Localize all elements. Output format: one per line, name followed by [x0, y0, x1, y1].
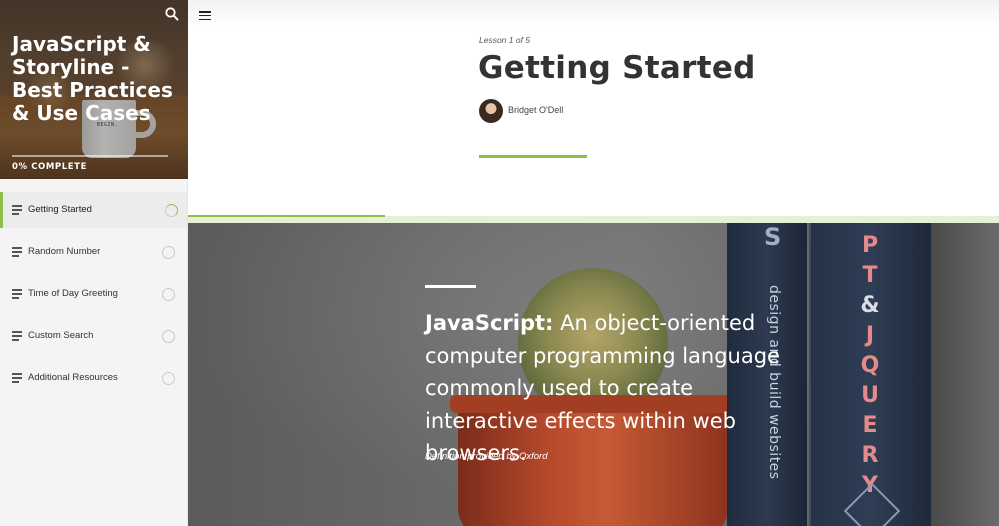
lesson-item[interactable]: Custom Search	[0, 318, 187, 354]
lesson-lines-icon	[12, 331, 22, 341]
lesson-lines-icon	[12, 247, 22, 257]
lesson-label: Additional Resources	[28, 372, 118, 383]
book-spine-letter: R	[861, 443, 879, 468]
book-spine-letter: P	[861, 233, 879, 258]
menu-toggle-button[interactable]	[199, 11, 211, 21]
book-spine-letter: E	[862, 413, 878, 438]
lesson-status-icon	[165, 204, 178, 217]
book-spine-letter: T	[862, 263, 878, 288]
definition-block: S design and build websites P T & J Q U E R Y Ja…	[188, 223, 999, 526]
lesson-item[interactable]: Time of Day Greeting	[0, 276, 187, 312]
definition-source: Definition provided by Oxford	[425, 451, 548, 462]
lesson-label: Time of Day Greeting	[28, 288, 118, 299]
book-spine-letters: P T & J Q U E R Y	[856, 231, 884, 501]
book-spine-letter: Q	[860, 353, 880, 378]
course-hero: BEGIN. JavaScript & Storyline - Best Pra…	[0, 0, 188, 179]
course-progress-bar	[12, 155, 168, 157]
book-spine-letter: U	[861, 383, 879, 408]
search-icon	[165, 7, 179, 21]
lesson-status-icon	[162, 288, 175, 301]
top-bar	[188, 0, 999, 28]
definition-text: JavaScript: An object-oriented computer …	[425, 307, 785, 470]
lesson-label: Getting Started	[28, 204, 92, 215]
lesson-item[interactable]: Additional Resources	[0, 360, 187, 396]
lesson-lines-icon	[12, 205, 22, 215]
lesson-progress-track	[188, 216, 999, 223]
lesson-title: Getting Started	[478, 50, 756, 86]
avatar	[479, 99, 503, 123]
lesson-status-icon	[162, 246, 175, 259]
lesson-item[interactable]: Getting Started	[0, 192, 187, 228]
book-spine-letter: J	[865, 323, 875, 348]
book-letter: S	[764, 223, 782, 251]
lesson-label: Custom Search	[28, 330, 94, 341]
course-progress-text: 0% COMPLETE	[12, 162, 87, 172]
definition-dash	[425, 285, 476, 288]
lesson-status-icon	[162, 330, 175, 343]
lesson-counter: Lesson 1 of 5	[479, 35, 531, 45]
book-spine-letter: &	[860, 293, 880, 318]
lesson-item[interactable]: Random Number	[0, 234, 187, 270]
lesson-status-icon	[162, 372, 175, 385]
sidebar: BEGIN. JavaScript & Storyline - Best Pra…	[0, 0, 188, 526]
lesson-lines-icon	[12, 373, 22, 383]
lesson-content: Lesson 1 of 5 Getting Started Bridget O'…	[188, 0, 999, 526]
lesson-label: Random Number	[28, 246, 101, 257]
author-name: Bridget O'Dell	[508, 105, 564, 115]
course-title: JavaScript & Storyline - Best Practices …	[12, 32, 173, 125]
lesson-lines-icon	[12, 289, 22, 299]
definition-term: JavaScript:	[425, 311, 554, 335]
lesson-list: Getting Started Random Number Time of Day …	[0, 192, 187, 402]
search-button[interactable]	[164, 6, 180, 22]
title-divider	[479, 155, 587, 158]
lesson-progress-fill	[188, 215, 385, 217]
hamburger-menu-icon	[199, 11, 211, 21]
